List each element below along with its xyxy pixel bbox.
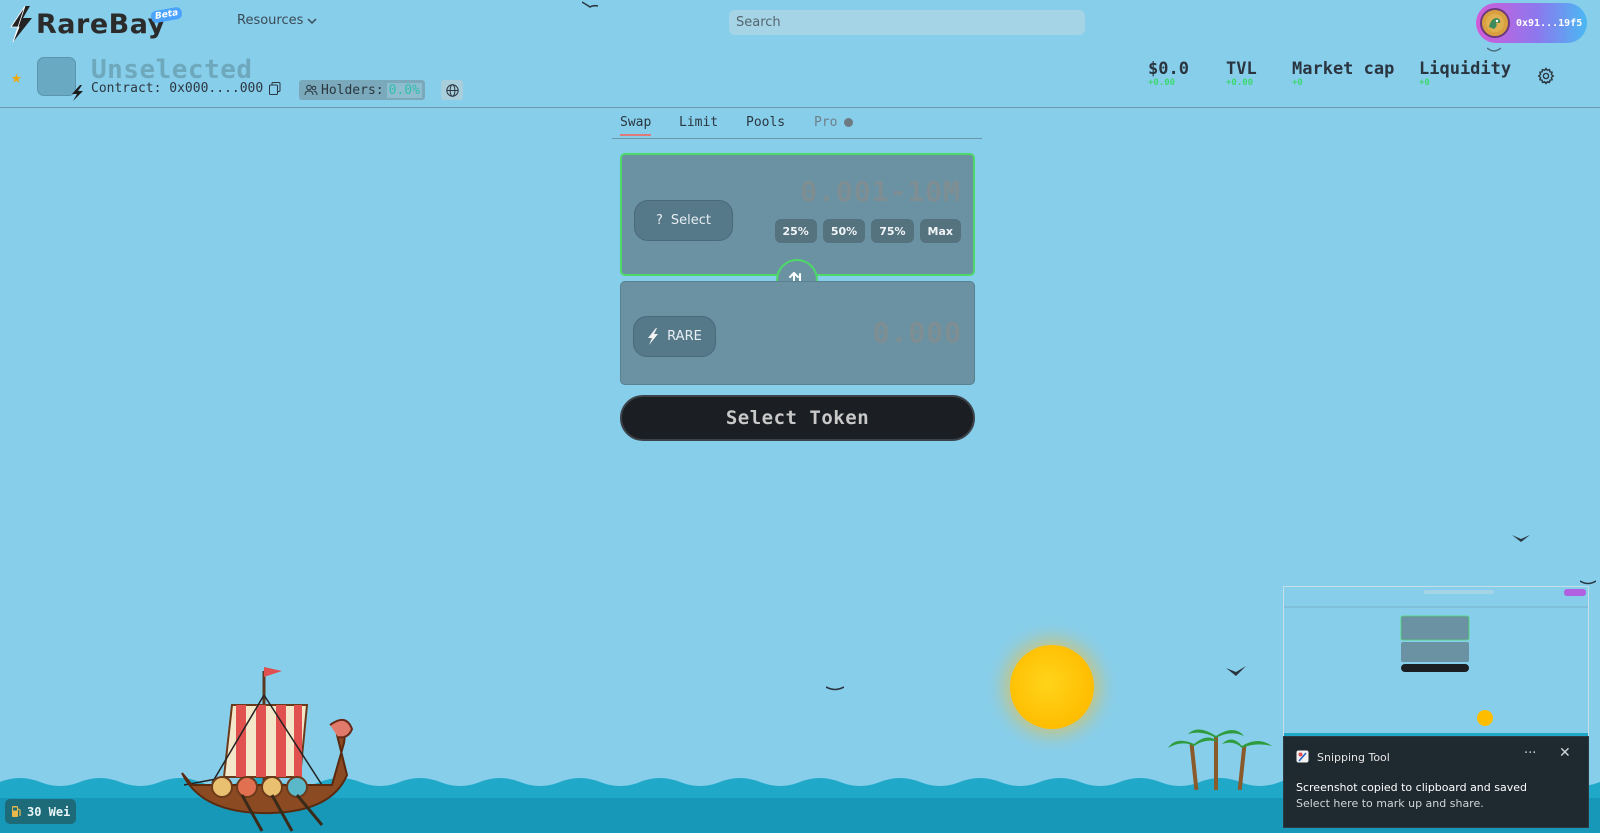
gas-price-label: 30 Wei [27,804,71,819]
contract-address: Contract: 0x000....000 [91,81,264,96]
bird-icon [582,1,598,8]
stat-tvl: TVL +0.00 [1226,60,1257,88]
avatar [1480,8,1510,38]
tab-limit[interactable]: Limit [679,115,718,134]
select-token-cta-button[interactable]: Select Token [620,395,975,441]
pct-50-button[interactable]: 50% [822,219,866,243]
holders-label: Holders: [321,82,384,98]
select-token-label: Select [670,213,711,228]
bird-icon [1512,535,1530,542]
snipping-tool-title: Snipping Tool [1317,751,1390,764]
select-token-button[interactable]: ? Select [634,200,733,241]
header-divider [0,107,1600,108]
snipping-tool-notification[interactable]: Snipping Tool ··· ✕ Screenshot copied to… [1283,736,1589,828]
website-globe-button[interactable] [441,80,463,100]
stat-market-cap-change: +0 [1292,78,1303,88]
chain-bolt-icon [72,85,83,101]
max-button[interactable]: Max [919,219,961,243]
bird-icon [826,686,844,691]
snipping-tool-app-icon [1296,750,1309,763]
favorite-star-icon[interactable]: ★ [11,67,22,88]
more-options-icon[interactable]: ··· [1524,746,1536,761]
swap-to-card: RARE 0.000 [620,281,975,385]
snipping-tool-message: Screenshot copied to clipboard and saved [1296,781,1527,794]
sun [1010,645,1094,729]
rare-token-button[interactable]: RARE [633,316,716,357]
viking-ship [181,667,354,832]
pct-75-button[interactable]: 75% [871,219,914,243]
bird-icon [1226,666,1246,676]
swap-from-card: ? Select 0.001-10M 25% 50% 75% Max [620,153,975,276]
close-icon[interactable]: ✕ [1559,745,1571,761]
stat-liquidity-label: Liquidity [1419,59,1512,79]
stat-price-value: $0.0 [1148,59,1189,79]
settings-gear-icon[interactable] [1537,67,1555,85]
pct-25-button[interactable]: 25% [774,219,817,243]
tab-pro-label: Pro [814,115,838,130]
wallet-address: 0x91...19f5 [1516,17,1583,29]
bolt-logo-icon [10,6,32,42]
from-amount-input[interactable]: 0.001-10M [800,175,961,208]
pro-toggle-dot[interactable] [844,118,854,127]
question-icon: ? [655,213,663,228]
rare-token-label: RARE [667,329,702,344]
stat-price-change: +0.00 [1148,78,1176,88]
stat-tvl-label: TVL [1226,59,1257,79]
search-input[interactable] [729,10,1085,35]
logo[interactable]: RareBay [8,6,166,42]
wallet-button[interactable]: 0x91...19f5 [1476,3,1587,43]
bird-icon [1487,47,1501,52]
stat-price: $0.0 +0.00 [1148,60,1189,88]
fuel-pump-icon [12,806,21,817]
snipping-tool-thumbnail[interactable] [1283,586,1589,738]
stat-liquidity: Liquidity +0 [1419,60,1511,88]
stat-tvl-change: +0.00 [1226,78,1254,88]
stat-market-cap-label: Market cap [1292,59,1395,79]
holders-badge: Holders: 0.0% [299,80,425,100]
gas-price-badge: 30 Wei [5,799,77,824]
tab-pools[interactable]: Pools [746,115,785,134]
tab-swap[interactable]: Swap [620,115,652,136]
holders-pct: 0.0% [386,82,422,98]
users-icon [304,84,318,96]
logo-text: RareBay [36,8,166,40]
chevron-down-icon [307,17,317,24]
copy-icon[interactable] [269,82,281,95]
snipping-tool-submessage: Select here to mark up and share. [1296,797,1484,810]
percent-buttons: 25% 50% 75% Max [774,219,961,243]
globe-icon [445,83,459,97]
screenshot-preview-image [1284,587,1588,737]
swap-tabs: Swap Limit Pools Pro [612,113,982,139]
resources-label: Resources [237,13,304,28]
bolt-icon [648,328,659,345]
dragon-avatar-icon [1486,14,1504,32]
stat-liquidity-change: +0 [1419,78,1430,88]
tab-pro[interactable]: Pro [814,115,854,134]
resources-menu[interactable]: Resources [237,13,317,28]
stat-market-cap: Market cap +0 [1292,60,1394,88]
palm-trees [1168,729,1272,791]
to-amount-output: 0.000 [872,316,962,349]
contract-row: Contract: 0x000....000 [91,81,281,96]
